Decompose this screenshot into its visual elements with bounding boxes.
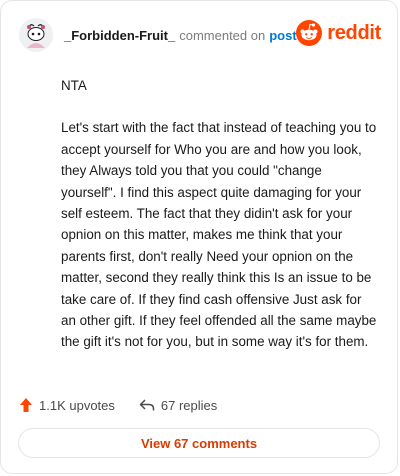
upvote-count: 1.1K upvotes — [39, 397, 115, 413]
reply-count: 67 replies — [160, 397, 218, 413]
reddit-logo-icon — [296, 20, 323, 46]
avatar[interactable] — [19, 18, 53, 52]
action-text: commented on — [179, 27, 266, 43]
comment-footer: 1.1K upvotes 67 replies — [19, 393, 381, 417]
snoo-avatar-icon — [19, 18, 53, 52]
reply-arrow-icon — [139, 399, 155, 411]
reddit-brand[interactable]: reddit — [296, 20, 381, 46]
reply-stat[interactable]: 67 replies — [139, 398, 217, 413]
comment-paragraph: Let's start with the fact that instead o… — [61, 120, 377, 350]
comment-body: NTA Let's start with the fact that inste… — [61, 75, 377, 374]
comment-card: _Forbidden-Fruit_ commented on post redd… — [0, 0, 398, 474]
upvote-stat[interactable]: 1.1K upvotes — [19, 397, 115, 413]
post-link[interactable]: post — [269, 28, 296, 43]
comment-meta: _Forbidden-Fruit_ commented on post — [64, 28, 297, 43]
comment-paragraph: NTA — [61, 78, 87, 93]
view-comments-button[interactable]: View 67 comments — [18, 428, 380, 458]
username[interactable]: _Forbidden-Fruit_ — [64, 28, 175, 43]
comment-header: _Forbidden-Fruit_ commented on post redd… — [19, 17, 381, 53]
upvote-arrow-icon — [20, 398, 32, 412]
brand-wordmark: reddit — [327, 21, 381, 44]
